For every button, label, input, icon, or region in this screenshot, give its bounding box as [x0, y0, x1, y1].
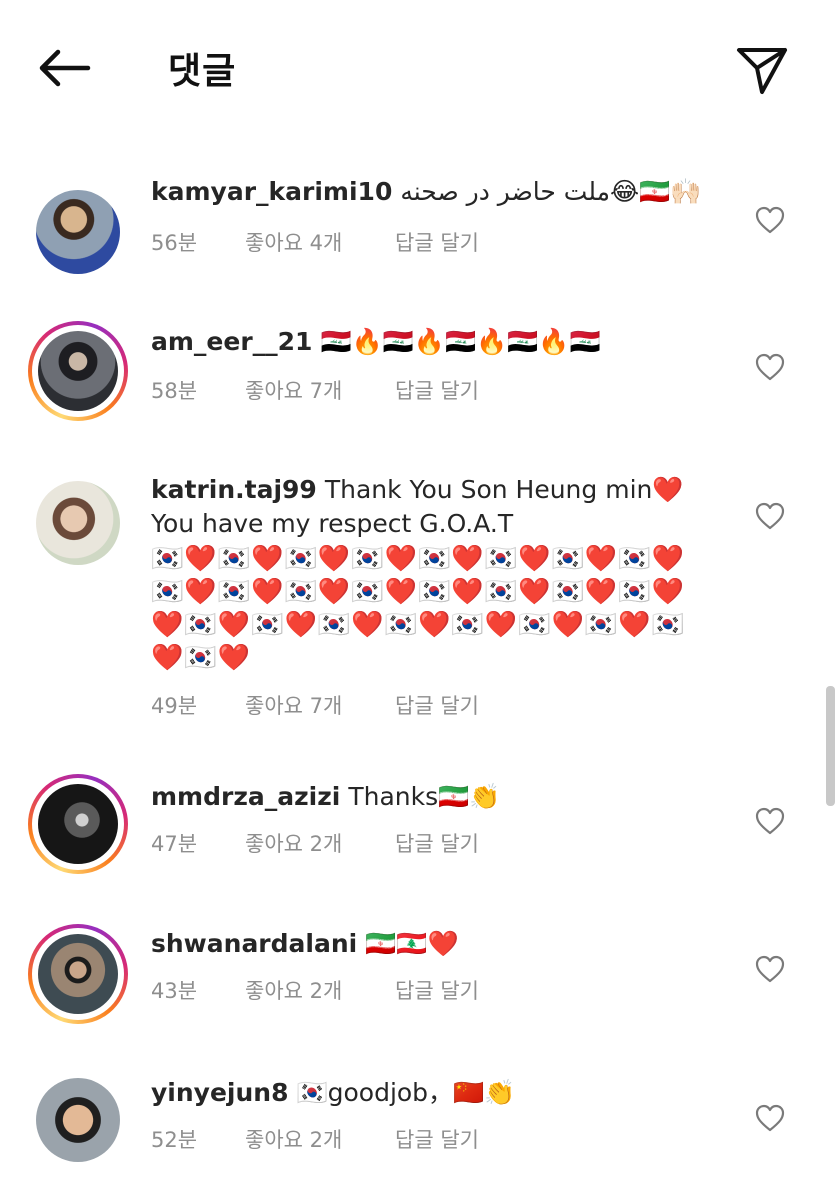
avatar[interactable]: [28, 1070, 128, 1170]
comment-username[interactable]: shwanardalani: [151, 929, 357, 958]
comment-item: mmdrza_azizi Thanks🇮🇷👏 47분 좋아요 2개 답글 달기: [0, 774, 835, 880]
comment-text: 🇮🇷🇱🇧❤️: [365, 929, 459, 958]
scrollbar[interactable]: [826, 686, 835, 806]
page-title: 댓글: [168, 51, 237, 92]
back-button[interactable]: [32, 40, 96, 96]
comment-username[interactable]: kamyar_karimi10: [151, 177, 392, 206]
like-button[interactable]: [750, 1098, 790, 1138]
like-button[interactable]: [750, 949, 790, 989]
comment-item: yinyejun8 🇰🇷goodjob，🇨🇳👏 52분 좋아요 2개 답글 달기: [0, 1076, 835, 1176]
avatar[interactable]: [28, 774, 128, 874]
comment-emoji-text: 🇰🇷❤️🇰🇷❤️🇰🇷❤️🇰🇷❤️🇰🇷❤️🇰🇷❤️🇰🇷❤️🇰🇷❤️🇰🇷❤️🇰🇷❤️…: [151, 544, 685, 673]
reply-button[interactable]: 답글 달기: [395, 375, 479, 405]
heart-outline-icon: [755, 353, 785, 381]
comment-text: 🇮🇶🔥🇮🇶🔥🇮🇶🔥🇮🇶🔥🇮🇶: [320, 327, 601, 356]
heart-outline-icon: [755, 807, 785, 835]
comment-item: am_eer__21 🇮🇶🔥🇮🇶🔥🇮🇶🔥🇮🇶🔥🇮🇶 58분 좋아요 7개 답글 달…: [0, 321, 835, 425]
comment-time: 47분: [151, 832, 198, 856]
comment-username[interactable]: yinyejun8: [151, 1078, 288, 1107]
reply-button[interactable]: 답글 달기: [395, 828, 479, 858]
comment-time: 43분: [151, 979, 198, 1003]
comment-item: kamyar_karimi10 ملت حاضر در صحنه😂🇮🇷🙌🏻 56분…: [0, 175, 835, 275]
comment-likes[interactable]: 좋아요 7개: [245, 375, 395, 405]
comment-text: 🇰🇷goodjob，🇨🇳👏: [296, 1078, 516, 1107]
comment-likes[interactable]: 좋아요 2개: [245, 1124, 395, 1154]
share-button[interactable]: [730, 40, 794, 100]
comment-username[interactable]: katrin.taj99: [151, 475, 317, 504]
avatar[interactable]: [28, 473, 128, 573]
comment-item: shwanardalani 🇮🇷🇱🇧❤️ 43분 좋아요 2개 답글 달기: [0, 924, 835, 1027]
avatar[interactable]: [28, 321, 128, 421]
comment-likes[interactable]: 좋아요 2개: [245, 828, 395, 858]
comment-likes[interactable]: 좋아요 2개: [245, 975, 395, 1005]
comment-likes[interactable]: 좋아요 7개: [245, 690, 395, 720]
like-button[interactable]: [750, 496, 790, 536]
reply-button[interactable]: 답글 달기: [395, 690, 479, 720]
avatar[interactable]: [28, 182, 128, 282]
like-button[interactable]: [750, 347, 790, 387]
heart-outline-icon: [755, 1104, 785, 1132]
comment-username[interactable]: mmdrza_azizi: [151, 782, 340, 811]
like-button[interactable]: [750, 801, 790, 841]
comment-time: 52분: [151, 1128, 198, 1152]
arrow-left-icon: [39, 49, 91, 87]
comment-time: 58분: [151, 379, 198, 403]
paper-plane-icon: [737, 48, 787, 94]
comment-item: katrin.taj99 Thank You Son Heung min❤️ Yo…: [0, 473, 835, 723]
avatar[interactable]: [28, 924, 128, 1024]
reply-button[interactable]: 답글 달기: [395, 975, 479, 1005]
reply-button[interactable]: 답글 달기: [395, 1124, 479, 1154]
comment-text: ملت حاضر در صحنه😂🇮🇷🙌🏻: [400, 177, 702, 206]
reply-button[interactable]: 답글 달기: [395, 227, 479, 257]
heart-outline-icon: [755, 955, 785, 983]
comment-likes[interactable]: 좋아요 4개: [245, 227, 395, 257]
comment-username[interactable]: am_eer__21: [151, 327, 312, 356]
comment-time: 49분: [151, 694, 198, 718]
top-bar: 댓글: [0, 0, 835, 135]
heart-outline-icon: [755, 206, 785, 234]
comment-text: Thanks🇮🇷👏: [348, 782, 501, 811]
comment-time: 56분: [151, 231, 198, 255]
heart-outline-icon: [755, 502, 785, 530]
like-button[interactable]: [750, 200, 790, 240]
